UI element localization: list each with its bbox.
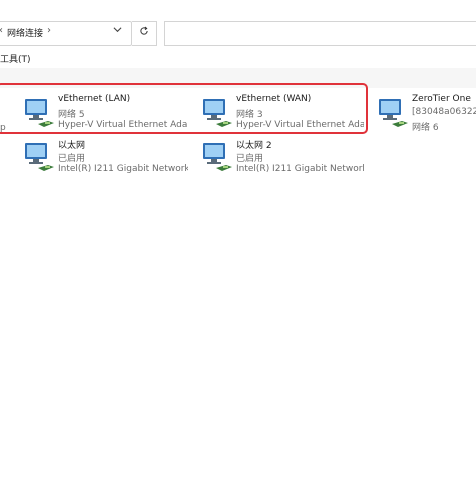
refresh-icon (139, 26, 149, 39)
adapter-description: Intel(R) I211 Gigabit Network ... (236, 164, 364, 174)
breadcrumb-network-connections[interactable]: 网络连接 (7, 26, 43, 39)
network-adapter-icon (200, 140, 234, 174)
adapter-ethernet[interactable]: 以太网 已启用 Intel(R) I211 Gigabit Network ..… (22, 138, 190, 182)
adapter-network: 已启用 (236, 154, 264, 164)
address-bar-row: ‹ 网络连接 › (0, 0, 476, 46)
chevron-down-icon[interactable] (113, 25, 122, 37)
selection-highlight (0, 83, 368, 134)
network-adapter-icon (22, 140, 56, 174)
adapter-ethernet-2[interactable]: 以太网 2 已启用 Intel(R) I211 Gigabit Network … (200, 138, 366, 182)
adapter-name: 以太网 2 (236, 141, 272, 151)
chevron-left-icon[interactable]: ‹ (0, 25, 3, 36)
refresh-button[interactable] (132, 21, 157, 46)
network-adapter-icon (376, 96, 410, 130)
search-input[interactable] (164, 21, 476, 46)
adapter-network: [83048a06322c (412, 107, 476, 117)
adapter-name: ZeroTier One (412, 94, 471, 104)
adapter-description: 网络 6 (412, 123, 439, 133)
chevron-right-icon[interactable]: › (47, 25, 51, 36)
adapter-list: p vEthernet (LAN) 网络 5 Hyper-V Virtual E… (0, 88, 476, 477)
adapter-zerotier-one[interactable]: ZeroTier One [83048a06322c 网络 6 (376, 94, 476, 138)
adapter-name: 以太网 (58, 141, 86, 151)
adapter-description: Intel(R) I211 Gigabit Network ... (58, 164, 188, 174)
menu-bar: 工具(T) (0, 50, 476, 66)
menu-item-tools[interactable]: 工具(T) (0, 52, 31, 65)
adapter-network: 已启用 (58, 154, 86, 164)
address-bar[interactable]: ‹ 网络连接 › (0, 21, 132, 46)
